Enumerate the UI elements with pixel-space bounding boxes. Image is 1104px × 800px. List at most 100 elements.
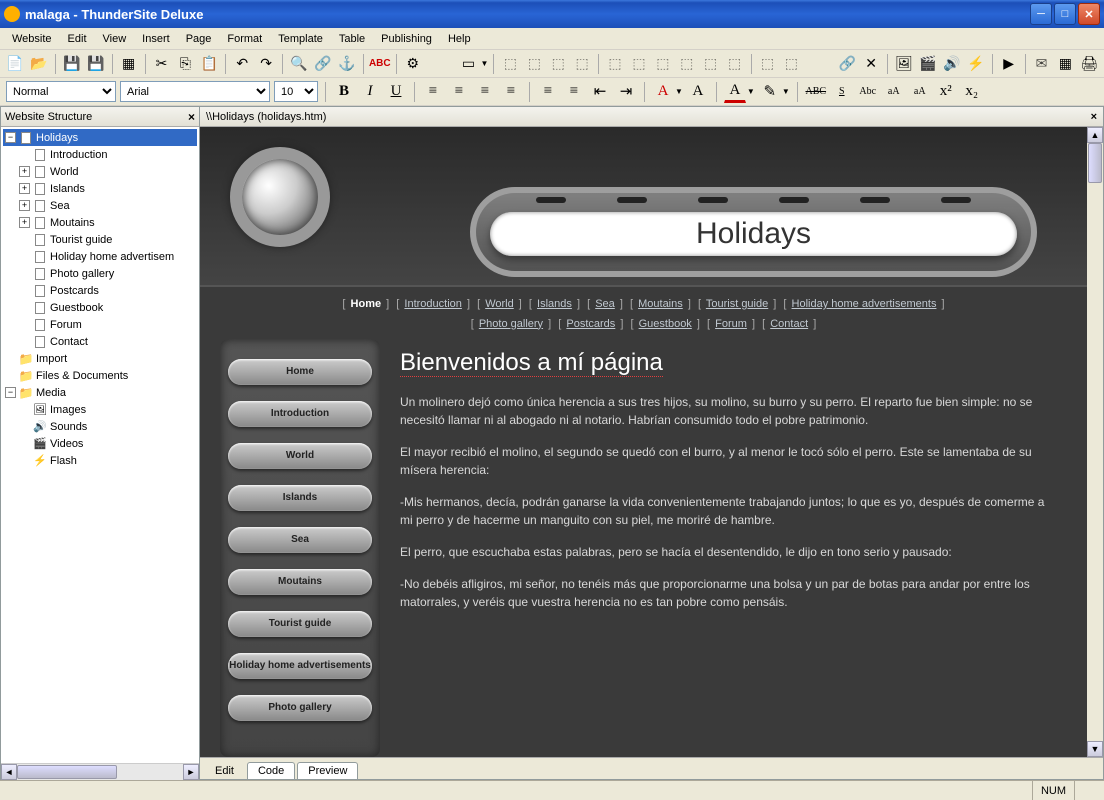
menu-insert[interactable]: Insert [134, 30, 178, 48]
case2-button[interactable]: aA [909, 81, 931, 103]
nav-link[interactable]: Tourist guide [706, 298, 768, 310]
tree-item-forum[interactable]: Forum [3, 316, 197, 333]
italic-button[interactable]: I [359, 81, 381, 103]
print-icon[interactable]: 🖨 [1078, 53, 1100, 75]
save-all-icon[interactable]: 💾 [85, 53, 107, 75]
mail-icon[interactable]: ✉ [1031, 53, 1053, 75]
group3-icon[interactable]: ⬚ [547, 53, 569, 75]
list-num-button[interactable]: ≡ [537, 81, 559, 103]
side-nav-moutains[interactable]: Moutains [228, 569, 372, 595]
side-nav-tourist-guide[interactable]: Tourist guide [228, 611, 372, 637]
nav-link[interactable]: Moutains [638, 298, 683, 310]
nav-link[interactable]: Introduction [404, 298, 461, 310]
tree-item-import[interactable]: 📁Import [3, 350, 197, 367]
outdent-button[interactable]: ⇤ [589, 81, 611, 103]
side-nav-islands[interactable]: Islands [228, 485, 372, 511]
tree-item-files-&-documents[interactable]: 📁Files & Documents [3, 367, 197, 384]
align3-icon[interactable]: ⬚ [652, 53, 674, 75]
align4-icon[interactable]: ⬚ [676, 53, 698, 75]
find-icon[interactable]: 🔍 [288, 53, 310, 75]
tree-item-images[interactable]: 🖼Images [3, 401, 197, 418]
nav-link[interactable]: Holiday home advertisements [792, 298, 937, 310]
undo-icon[interactable]: ↶ [231, 53, 253, 75]
audio-icon[interactable]: 🔊 [941, 53, 963, 75]
align-center-button[interactable]: ≡ [448, 81, 470, 103]
tree-item-media[interactable]: −📁Media [3, 384, 197, 401]
anchor-icon[interactable]: ⚓ [336, 53, 358, 75]
editor-tab-preview[interactable]: Preview [297, 762, 358, 779]
menu-website[interactable]: Website [4, 30, 60, 48]
spellcheck-icon[interactable]: ABC [369, 53, 391, 75]
preview-icon[interactable]: ▶ [998, 53, 1020, 75]
case1-button[interactable]: aA [883, 81, 905, 103]
menu-table[interactable]: Table [331, 30, 373, 48]
layer1-icon[interactable]: ⬚ [757, 53, 779, 75]
side-nav-sea[interactable]: Sea [228, 527, 372, 553]
nav-link[interactable]: Guestbook [639, 318, 692, 330]
save-icon[interactable]: 💾 [61, 53, 83, 75]
cut-icon[interactable]: ✂ [151, 53, 173, 75]
close-button[interactable]: ✕ [1078, 3, 1100, 25]
bold-button[interactable]: B [333, 81, 355, 103]
layer2-icon[interactable]: ⬚ [780, 53, 802, 75]
tree-item-holiday-home-advertisem[interactable]: Holiday home advertisem [3, 248, 197, 265]
side-nav-introduction[interactable]: Introduction [228, 401, 372, 427]
properties-icon[interactable]: ▦ [118, 53, 140, 75]
smallcaps-button[interactable]: Abc [857, 81, 879, 103]
paste-icon[interactable]: 📋 [198, 53, 220, 75]
subscript-button[interactable]: x₂ [961, 81, 983, 103]
site-preview[interactable]: Holidays [ Home ] [ Introduction ] [ Wor… [200, 127, 1087, 757]
tree-item-introduction[interactable]: Introduction [3, 146, 197, 163]
underline2-button[interactable]: S [831, 81, 853, 103]
link-icon[interactable]: 🔗 [312, 53, 334, 75]
tree-item-islands[interactable]: +Islands [3, 180, 197, 197]
font-color-button[interactable]: A [652, 81, 674, 103]
align2-icon[interactable]: ⬚ [628, 53, 650, 75]
tree-item-contact[interactable]: Contact [3, 333, 197, 350]
tree-item-holidays[interactable]: −Holidays [3, 129, 197, 146]
editor-vscrollbar[interactable]: ▲ ▼ [1087, 127, 1103, 757]
config-icon[interactable]: ⚙ [402, 53, 424, 75]
group2-icon[interactable]: ⬚ [523, 53, 545, 75]
underline-button[interactable]: U [385, 81, 407, 103]
tree-item-moutains[interactable]: +Moutains [3, 214, 197, 231]
align-right-button[interactable]: ≡ [474, 81, 496, 103]
new-icon[interactable]: 📄 [4, 53, 26, 75]
align1-icon[interactable]: ⬚ [604, 53, 626, 75]
editor-tab-code[interactable]: Code [247, 762, 295, 779]
menu-format[interactable]: Format [219, 30, 270, 48]
editor-body[interactable]: Holidays [ Home ] [ Introduction ] [ Wor… [200, 127, 1103, 757]
copy-icon[interactable]: ⎘ [174, 53, 196, 75]
nav-link[interactable]: Sea [595, 298, 615, 310]
flash-icon[interactable]: ⚡ [965, 53, 987, 75]
align-justify-button[interactable]: ≡ [500, 81, 522, 103]
font-select[interactable]: Arial [120, 81, 270, 102]
tree-close-button[interactable]: × [188, 110, 195, 124]
clear-format-button[interactable]: A [687, 81, 709, 103]
tree-item-sea[interactable]: +Sea [3, 197, 197, 214]
maximize-button[interactable]: □ [1054, 3, 1076, 25]
tree-item-postcards[interactable]: Postcards [3, 282, 197, 299]
tree-item-videos[interactable]: 🎬Videos [3, 435, 197, 452]
tree-item-world[interactable]: +World [3, 163, 197, 180]
tree-item-tourist-guide[interactable]: Tourist guide [3, 231, 197, 248]
highlight-button[interactable]: ✎ [759, 81, 781, 103]
superscript-button[interactable]: x² [935, 81, 957, 103]
tree-hscrollbar[interactable]: ◄ ► [1, 763, 199, 779]
minimize-button[interactable]: ─ [1030, 3, 1052, 25]
menu-template[interactable]: Template [270, 30, 331, 48]
menu-publishing[interactable]: Publishing [373, 30, 440, 48]
align5-icon[interactable]: ⬚ [700, 53, 722, 75]
video-icon[interactable]: 🎬 [917, 53, 939, 75]
tree-item-guestbook[interactable]: Guestbook [3, 299, 197, 316]
menu-page[interactable]: Page [178, 30, 220, 48]
list-bullet-button[interactable]: ≡ [563, 81, 585, 103]
size-select[interactable]: 10 [274, 81, 318, 102]
editor-close-button[interactable]: × [1091, 111, 1097, 123]
content-area[interactable]: Bienvenidos a mí página Un molinero dejó… [400, 339, 1067, 757]
tree-item-photo-gallery[interactable]: Photo gallery [3, 265, 197, 282]
open-icon[interactable]: 📂 [28, 53, 50, 75]
editor-tab-edit[interactable]: Edit [204, 762, 245, 779]
nav-link[interactable]: Postcards [566, 318, 615, 330]
menu-help[interactable]: Help [440, 30, 479, 48]
